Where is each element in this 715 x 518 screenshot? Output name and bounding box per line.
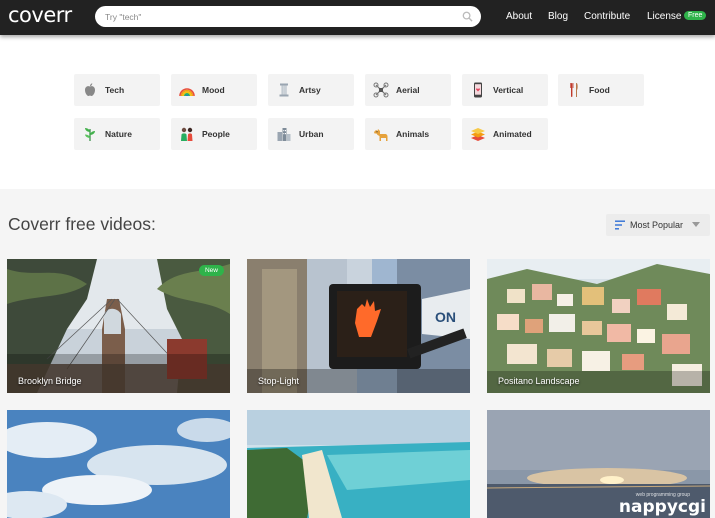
utensils-icon [570, 83, 578, 97]
category-nature[interactable]: Nature [74, 118, 160, 150]
video-title: Positano Landscape [498, 376, 580, 386]
search-box[interactable] [95, 6, 481, 27]
video-thumbnail [487, 259, 710, 393]
category-tech[interactable]: Tech [74, 74, 160, 106]
drone-icon [373, 82, 389, 98]
search-icon[interactable] [462, 11, 473, 22]
plant-icon [85, 128, 95, 141]
category-aerial[interactable]: Aerial [365, 74, 451, 106]
video-card[interactable] [7, 410, 230, 518]
video-card-brooklyn-bridge[interactable]: New Brooklyn Bridge [7, 259, 230, 393]
buildings-icon [277, 128, 291, 141]
category-animated[interactable]: Animated [462, 118, 548, 150]
category-label: Artsy [299, 85, 321, 95]
video-card[interactable]: web programming group nappycgi [487, 410, 710, 518]
video-thumbnail: ON [247, 259, 470, 393]
new-badge: New [198, 265, 224, 276]
sort-icon [615, 220, 625, 230]
video-title: Brooklyn Bridge [18, 376, 82, 386]
category-label: Nature [105, 129, 132, 139]
category-label: Mood [202, 85, 225, 95]
video-card-stop-light[interactable]: ON Stop-Light [247, 259, 470, 393]
rainbow-icon [179, 88, 195, 97]
watermark-logo: nappycgi [618, 497, 706, 517]
category-label: Tech [105, 85, 125, 95]
statue-icon [279, 83, 289, 97]
video-thumbnail [7, 259, 230, 393]
nav-about[interactable]: About [506, 11, 532, 23]
category-people[interactable]: People [171, 118, 257, 150]
people-icon [181, 127, 193, 141]
search-input[interactable] [105, 8, 455, 25]
section-title: Coverr free videos: [8, 214, 156, 234]
category-food[interactable]: Food [558, 74, 644, 106]
category-mood[interactable]: Mood [171, 74, 257, 106]
category-artsy[interactable]: Artsy [268, 74, 354, 106]
apple-icon [85, 83, 95, 96]
license-free-badge: Free [684, 11, 707, 20]
sort-dropdown[interactable]: Most Popular [606, 214, 710, 236]
nav-blog[interactable]: Blog [548, 11, 568, 23]
category-label: Vertical [493, 85, 524, 95]
video-card-positano-landscape[interactable]: Positano Landscape [487, 259, 710, 393]
chevron-down-icon [692, 222, 700, 227]
category-label: Animals [396, 129, 430, 139]
sort-label: Most Popular [630, 220, 684, 230]
phone-icon [474, 82, 482, 98]
category-animals[interactable]: Animals [365, 118, 451, 150]
category-label: Animated [493, 129, 532, 139]
dog-icon [374, 129, 388, 141]
category-label: Urban [299, 129, 324, 139]
top-navbar: coverr About Blog Contribute License Fre… [0, 0, 715, 35]
video-thumbnail [247, 410, 470, 518]
category-label: People [202, 129, 230, 139]
category-label: Food [589, 85, 610, 95]
nav-license[interactable]: License [647, 11, 681, 23]
category-urban[interactable]: Urban [268, 118, 354, 150]
category-vertical[interactable]: Vertical [462, 74, 548, 106]
category-label: Aerial [396, 85, 420, 95]
svg-text:ON: ON [435, 309, 456, 325]
video-card[interactable] [247, 410, 470, 518]
video-thumbnail [7, 410, 230, 518]
nav-contribute[interactable]: Contribute [584, 11, 630, 23]
video-title: Stop-Light [258, 376, 300, 386]
coverr-logo[interactable]: coverr [8, 3, 72, 27]
layers-icon [471, 128, 485, 141]
